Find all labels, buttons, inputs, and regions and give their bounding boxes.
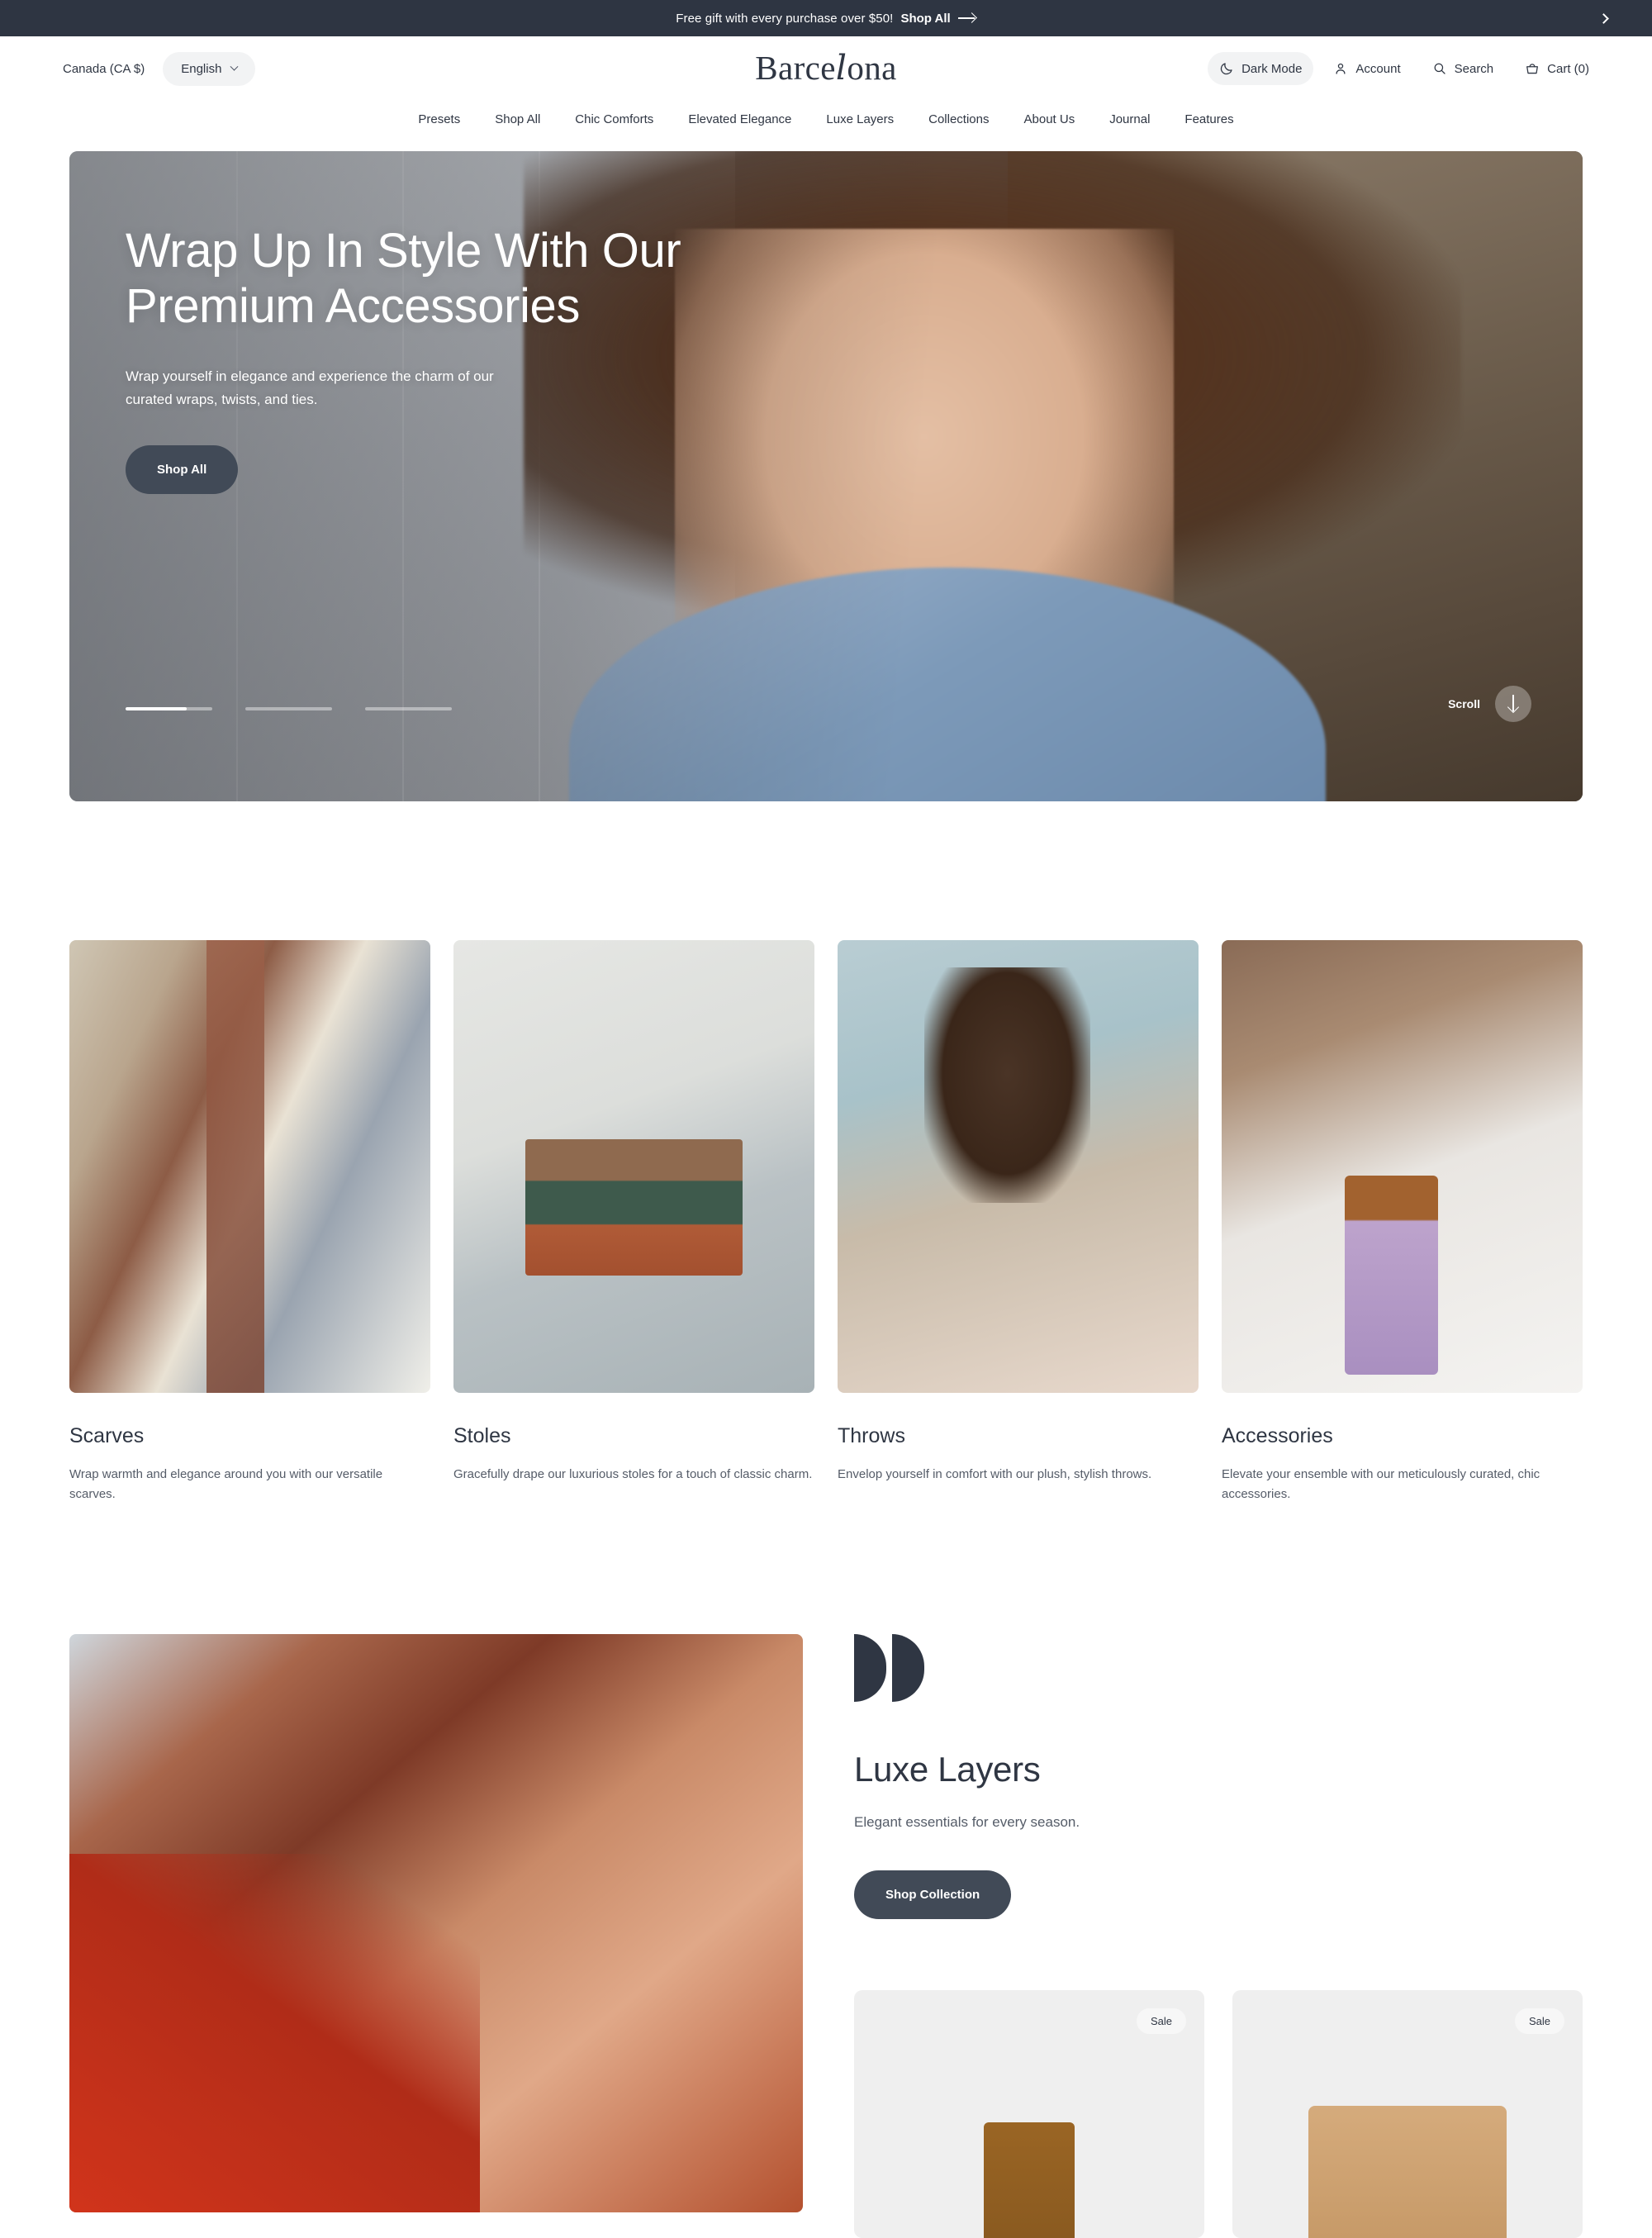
- hero-shop-all-button[interactable]: Shop All: [126, 445, 239, 495]
- shop-collection-button[interactable]: Shop Collection: [854, 1870, 1012, 1919]
- cart-button[interactable]: Cart (0): [1513, 52, 1601, 85]
- main-navigation: Presets Shop All Chic Comforts Elevated …: [0, 101, 1652, 151]
- hero-slider-indicator-1[interactable]: [126, 707, 212, 710]
- status-badge: Sale: [1136, 2008, 1186, 2034]
- search-label: Search: [1454, 61, 1494, 76]
- header-utilities: Dark Mode Account Search Cart (0): [1208, 52, 1601, 85]
- featured-collection-title: Luxe Layers: [854, 1749, 1041, 1789]
- account-button[interactable]: Account: [1322, 52, 1412, 85]
- cart-label: Cart (0): [1547, 61, 1589, 76]
- announcement-content: Free gift with every purchase over $50! …: [676, 12, 976, 26]
- featured-collection-image[interactable]: [69, 1633, 803, 2212]
- logo-part-2: ona: [847, 49, 897, 88]
- category-description: Envelop yourself in comfort with our plu…: [838, 1467, 1152, 1481]
- dark-mode-label: Dark Mode: [1241, 61, 1303, 76]
- language-selector-label: English: [181, 61, 222, 76]
- product-card[interactable]: Sale: [1232, 1989, 1583, 2238]
- product-image: [1308, 2105, 1507, 2238]
- category-card-throws[interactable]: Throws Envelop yourself in comfort with …: [838, 940, 1199, 1505]
- announcement-shop-all-link[interactable]: Shop All: [900, 12, 950, 26]
- featured-collection-section: Luxe Layers Elegant essentials for every…: [0, 1505, 1652, 2238]
- cart-icon: [1526, 64, 1539, 74]
- brand-logomark-icon: [854, 1633, 1583, 1702]
- hero-subheading: Wrap yourself in elegance and experience…: [126, 368, 494, 407]
- nav-item-chic-comforts[interactable]: Chic Comforts: [558, 106, 671, 133]
- category-title: Scarves: [69, 1424, 145, 1447]
- category-description: Gracefully drape our luxurious stoles fo…: [453, 1467, 813, 1481]
- scroll-down-button[interactable]: [1495, 686, 1531, 722]
- nav-item-elevated-elegance[interactable]: Elevated Elegance: [671, 106, 809, 133]
- currency-selector[interactable]: Canada (CA $): [51, 54, 156, 84]
- category-title: Stoles: [453, 1424, 511, 1447]
- search-button[interactable]: Search: [1421, 52, 1506, 85]
- arrow-down-icon: [1507, 695, 1519, 713]
- language-selector[interactable]: English: [163, 51, 256, 86]
- site-header: Canada (CA $) English Barcelona Dark Mod…: [0, 36, 1652, 101]
- category-card-accessories[interactable]: Accessories Elevate your ensemble with o…: [1222, 940, 1583, 1505]
- category-card-scarves[interactable]: Scarves Wrap warmth and elegance around …: [69, 940, 430, 1505]
- category-title: Accessories: [1222, 1424, 1333, 1447]
- arrow-right-icon: [957, 12, 976, 24]
- logo-swash-letter: l: [835, 48, 847, 88]
- dark-mode-toggle[interactable]: Dark Mode: [1208, 52, 1314, 85]
- featured-collection-content: Luxe Layers Elegant essentials for every…: [854, 1633, 1583, 2238]
- product-image: [984, 2122, 1075, 2238]
- chevron-right-icon: [1597, 12, 1609, 24]
- site-logo[interactable]: Barcelona: [755, 48, 897, 88]
- category-description: Elevate your ensemble with our meticulou…: [1222, 1467, 1540, 1502]
- nav-item-luxe-layers[interactable]: Luxe Layers: [809, 106, 911, 133]
- nav-item-features[interactable]: Features: [1167, 106, 1251, 133]
- announcement-text: Free gift with every purchase over $50!: [676, 11, 894, 26]
- category-description: Wrap warmth and elegance around you with…: [69, 1467, 383, 1502]
- nav-item-collections[interactable]: Collections: [911, 106, 1006, 133]
- announcement-next-button[interactable]: [1591, 6, 1616, 31]
- category-title: Throws: [838, 1424, 905, 1447]
- user-icon: [1336, 63, 1346, 74]
- hero-section: Wrap Up In Style With Our Premium Access…: [0, 151, 1652, 801]
- account-label: Account: [1355, 61, 1401, 76]
- header-left-group: Canada (CA $) English: [51, 51, 256, 86]
- nav-item-presets[interactable]: Presets: [401, 106, 477, 133]
- status-badge: Sale: [1514, 2008, 1564, 2034]
- product-card[interactable]: Sale: [854, 1989, 1204, 2238]
- hero-scroll-control: Scroll: [1448, 686, 1531, 722]
- hero-heading: Wrap Up In Style With Our Premium Access…: [126, 224, 681, 333]
- nav-item-shop-all[interactable]: Shop All: [477, 106, 558, 133]
- hero-slider-indicator-2[interactable]: [245, 707, 332, 710]
- hero-content: Wrap Up In Style With Our Premium Access…: [126, 224, 778, 495]
- category-card-stoles[interactable]: Stoles Gracefully drape our luxurious st…: [453, 940, 814, 1505]
- hero-slider-indicator-3[interactable]: [365, 707, 452, 710]
- featured-collection-subtitle: Elegant essentials for every season.: [854, 1813, 1080, 1830]
- announcement-bar: Free gift with every purchase over $50! …: [0, 0, 1652, 36]
- search-icon: [1434, 63, 1446, 74]
- category-image-scarves[interactable]: [69, 940, 430, 1393]
- category-image-accessories[interactable]: [1222, 940, 1583, 1393]
- featured-product-grid: Sale Sale: [854, 1989, 1583, 2238]
- category-image-throws[interactable]: [838, 940, 1199, 1393]
- category-grid: Scarves Wrap warmth and elegance around …: [0, 801, 1652, 1505]
- hero-slide: Wrap Up In Style With Our Premium Access…: [69, 151, 1583, 801]
- hero-slider-indicators: [126, 707, 452, 710]
- moon-icon: [1220, 63, 1232, 75]
- nav-item-about-us[interactable]: About Us: [1007, 106, 1093, 133]
- chevron-down-icon: [230, 62, 239, 71]
- nav-item-journal[interactable]: Journal: [1092, 106, 1167, 133]
- scroll-label: Scroll: [1448, 697, 1480, 710]
- logo-part-1: Barce: [755, 49, 836, 88]
- category-image-stoles[interactable]: [453, 940, 814, 1393]
